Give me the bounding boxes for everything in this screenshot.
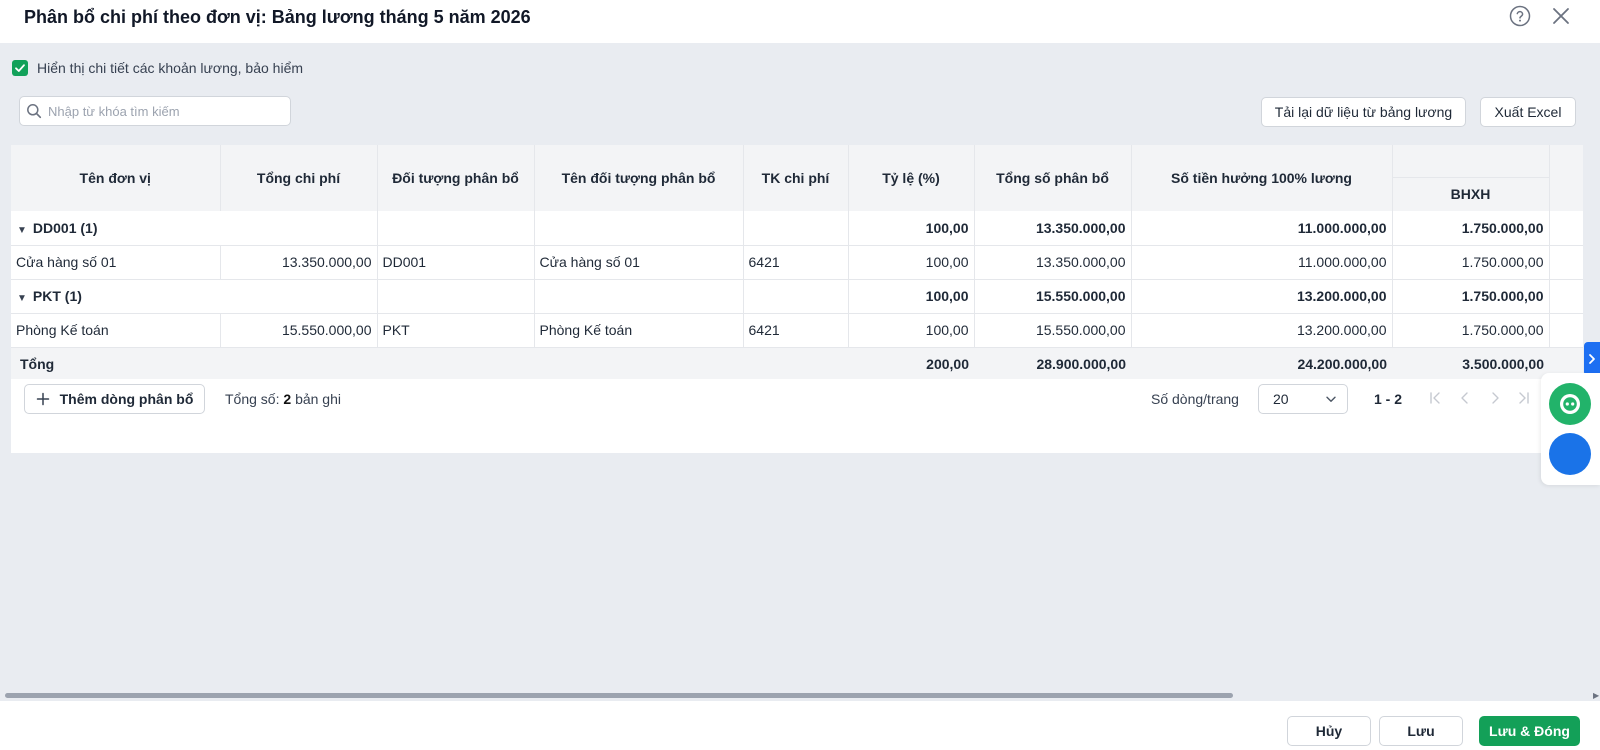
group-bhxh: 1.750.000,00 <box>1392 279 1550 314</box>
table-row[interactable]: Phòng Kế toán 15.550.000,00 PKT Phòng Kế… <box>11 313 1583 348</box>
cell-salary-100[interactable]: 13.200.000,00 <box>1131 313 1393 348</box>
cell-unit-name[interactable]: Phòng Kế toán <box>11 313 221 348</box>
cell-bhxh[interactable]: 1.750.000,00 <box>1392 245 1550 280</box>
col-header-group-insurance <box>1392 145 1550 177</box>
col-header-bhxh[interactable]: BHXH <box>1392 176 1550 211</box>
cell-expense-account[interactable]: 6421 <box>743 245 849 280</box>
table-footer: Thêm dòng phân bổ Tổng số: 2 bản ghi Số … <box>11 379 1583 453</box>
group-label: DD001 (1) <box>32 219 98 236</box>
group-total-allocated: 15.550.000,00 <box>974 279 1132 314</box>
cell-alloc-object-name[interactable]: Phòng Kế toán <box>534 313 744 348</box>
show-detail-label: Hiển thị chi tiết các khoản lương, bảo h… <box>37 60 304 76</box>
group-total-allocated: 13.350.000,00 <box>974 211 1132 246</box>
cell-total-cost[interactable]: 15.550.000,00 <box>220 313 378 348</box>
total-row: Tổng 200,00 28.900.000,00 24.200.000,00 … <box>11 347 1583 382</box>
show-detail-checkbox[interactable] <box>12 60 28 76</box>
record-count-prefix: Tổng số: <box>225 391 280 407</box>
floating-widget-panel <box>1541 373 1600 485</box>
prev-page-icon[interactable] <box>1457 390 1473 406</box>
group-row[interactable]: ▼ PKT (1) 100,00 15.550.000,00 13.200.000… <box>11 279 1583 314</box>
search-icon <box>27 104 42 119</box>
col-header-expense-account[interactable]: TK chi phí <box>743 145 849 211</box>
cell-expense-account[interactable]: 6421 <box>743 313 849 348</box>
total-bhxh: 3.500.000,00 <box>1392 347 1549 382</box>
col-header-empty <box>1549 145 1583 211</box>
save-and-close-button[interactable]: Lưu & Đóng <box>1479 716 1580 746</box>
help-icon[interactable] <box>1508 4 1532 28</box>
group-row[interactable]: ▼ DD001 (1) 100,00 13.350.000,00 11.000.0… <box>11 211 1583 246</box>
col-header-salary-100[interactable]: Số tiền hưởng 100% lương <box>1131 145 1393 211</box>
caret-down-icon[interactable]: ▼ <box>17 293 27 304</box>
group-salary-100: 13.200.000,00 <box>1131 279 1393 314</box>
col-header-total-cost[interactable]: Tổng chi phí <box>220 145 378 211</box>
total-ratio: 200,00 <box>848 347 974 382</box>
col-header-total-allocated[interactable]: Tổng số phân bổ <box>974 145 1132 211</box>
dialog-header: Phân bổ chi phí theo đơn vị: Bảng lương … <box>0 0 1600 43</box>
col-header-ratio[interactable]: Tỷ lệ (%) <box>848 145 975 211</box>
record-count-suffix: bản ghi <box>295 391 341 407</box>
side-panel-toggle[interactable] <box>1584 342 1600 376</box>
col-header-alloc-object[interactable]: Đối tượng phân bổ <box>377 145 535 211</box>
table-row[interactable]: Cửa hàng số 01 13.350.000,00 DD001 Cửa h… <box>11 245 1583 280</box>
cell-unit-name[interactable]: Cửa hàng số 01 <box>11 245 221 280</box>
check-icon <box>15 64 25 72</box>
dialog-actions: Hủy Lưu Lưu & Đóng <box>0 701 1600 750</box>
total-salary-100: 24.200.000,00 <box>1131 347 1392 382</box>
cell-ratio[interactable]: 100,00 <box>848 245 975 280</box>
total-allocated: 28.900.000,00 <box>974 347 1131 382</box>
next-page-icon[interactable] <box>1487 390 1503 406</box>
save-button[interactable]: Lưu <box>1379 716 1463 746</box>
rows-per-page-label: Số dòng/trang <box>1151 391 1239 407</box>
cell-alloc-object-name[interactable]: Cửa hàng số 01 <box>534 245 744 280</box>
reload-from-payroll-button[interactable]: Tải lại dữ liệu từ bảng lương <box>1261 97 1466 127</box>
record-count: Tổng số: 2 bản ghi <box>225 391 341 407</box>
col-header-unit-name[interactable]: Tên đơn vị <box>11 145 221 211</box>
cancel-button[interactable]: Hủy <box>1287 716 1371 746</box>
group-ratio: 100,00 <box>848 211 975 246</box>
group-cell-label[interactable]: ▼ PKT (1) <box>11 279 378 314</box>
show-detail-option[interactable]: Hiển thị chi tiết các khoản lương, bảo h… <box>12 60 303 76</box>
search-input[interactable] <box>48 103 278 119</box>
cell-alloc-object[interactable]: PKT <box>377 313 535 348</box>
total-label: Tổng <box>11 347 848 382</box>
scroll-right-icon[interactable]: ▶ <box>1593 691 1599 700</box>
page-range: 1 - 2 <box>1374 391 1403 407</box>
dialog-title: Phân bổ chi phí theo đơn vị: Bảng lương … <box>24 7 531 27</box>
chevron-down-icon <box>1326 396 1336 402</box>
group-salary-100: 11.000.000,00 <box>1131 211 1393 246</box>
caret-down-icon[interactable]: ▼ <box>17 225 27 236</box>
cell-total-cost[interactable]: 13.350.000,00 <box>220 245 378 280</box>
group-cell-label[interactable]: ▼ DD001 (1) <box>11 211 378 246</box>
chat-bot-icon[interactable] <box>1549 383 1591 425</box>
cell-total-allocated[interactable]: 13.350.000,00 <box>974 245 1132 280</box>
search-box[interactable] <box>19 96 291 126</box>
export-excel-button[interactable]: Xuất Excel <box>1480 97 1576 127</box>
chevron-right-icon <box>1589 354 1595 364</box>
plus-icon <box>36 392 49 406</box>
first-page-icon[interactable] <box>1427 390 1443 406</box>
support-widget-button[interactable] <box>1549 433 1591 475</box>
cell-salary-100[interactable]: 11.000.000,00 <box>1131 245 1393 280</box>
add-allocation-row-button[interactable]: Thêm dòng phân bổ <box>24 384 205 414</box>
cell-alloc-object[interactable]: DD001 <box>377 245 535 280</box>
rows-per-page-select[interactable]: 20 <box>1258 384 1348 414</box>
record-count-value: 2 <box>283 391 292 407</box>
cell-ratio[interactable]: 100,00 <box>848 313 975 348</box>
group-label: PKT (1) <box>32 288 82 304</box>
group-bhxh: 1.750.000,00 <box>1392 211 1550 246</box>
rows-per-page-value: 20 <box>1273 391 1289 407</box>
add-allocation-row-label: Thêm dòng phân bổ <box>59 391 194 407</box>
cell-total-allocated[interactable]: 15.550.000,00 <box>974 313 1132 348</box>
group-ratio: 100,00 <box>848 279 975 314</box>
last-page-icon[interactable] <box>1516 390 1532 406</box>
cell-bhxh[interactable]: 1.750.000,00 <box>1392 313 1550 348</box>
col-header-alloc-object-name[interactable]: Tên đối tượng phân bổ <box>534 145 744 211</box>
horizontal-scrollbar[interactable] <box>5 693 1233 698</box>
close-icon[interactable] <box>1549 4 1573 28</box>
